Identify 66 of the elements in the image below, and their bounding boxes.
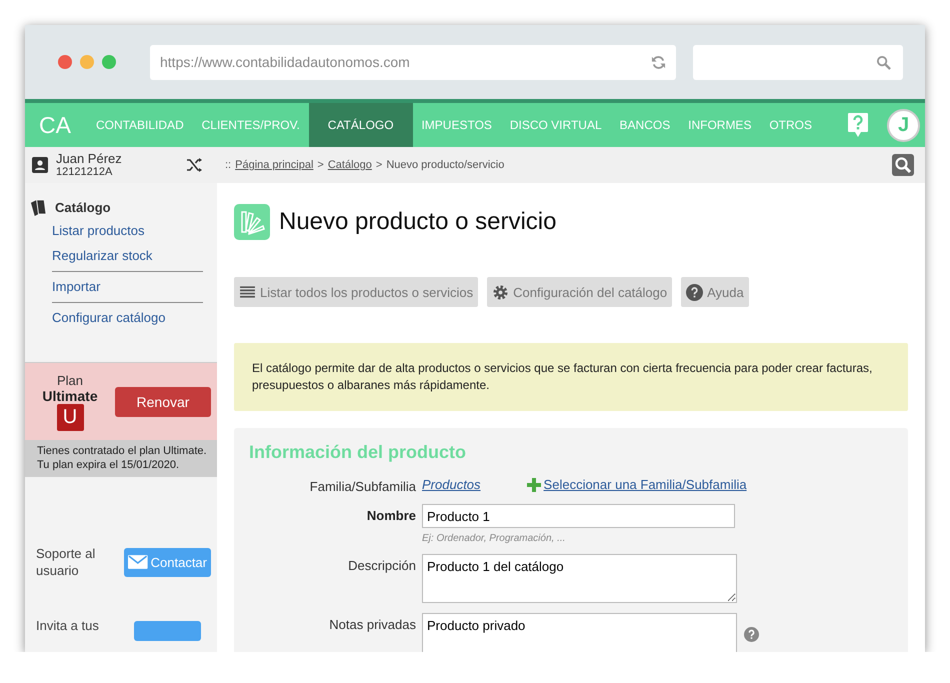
help-icon[interactable] xyxy=(744,627,759,642)
renew-button[interactable]: Renovar xyxy=(115,386,211,416)
sidebar-link[interactable]: Importar xyxy=(52,278,203,296)
help-icon[interactable] xyxy=(847,112,869,138)
nav-tab[interactable]: INFORMES xyxy=(679,103,760,147)
window-control-icon xyxy=(80,55,94,69)
plus-icon xyxy=(526,478,541,492)
sidebar-link[interactable]: Configurar catálogo xyxy=(52,309,203,327)
field-label: Familia/Subfamilia xyxy=(308,478,417,494)
mail-icon xyxy=(128,555,148,569)
plan-badge: U xyxy=(56,404,84,430)
info-message: El catálogo permite dar de alta productos o servicios que se facturan con cierta frecuencia para poder crear facturas, presupuestos o albaranes más rápidamente. xyxy=(234,343,908,411)
nav-tab[interactable]: CONTABILIDAD xyxy=(87,103,193,147)
window-control-icon xyxy=(102,55,116,69)
toolbar-button[interactable]: Listar todos los productos o servicios xyxy=(234,277,478,307)
field-label: Notas privadas xyxy=(328,616,417,634)
nav-tab[interactable]: CATÁLOGO xyxy=(308,103,413,147)
section-title: Información del producto xyxy=(249,442,468,463)
help-icon xyxy=(686,284,704,300)
field-label: Descripción xyxy=(347,557,417,575)
nav-tab[interactable]: DISCO VIRTUAL xyxy=(500,103,611,147)
settings-icon xyxy=(492,284,510,300)
breadcrumb-link[interactable]: Página principal xyxy=(235,159,314,171)
list-icon xyxy=(239,284,256,300)
page-title: Nuevo producto o servicio xyxy=(279,208,556,236)
support-label: Soporte al usuario xyxy=(36,545,96,579)
text-area[interactable]: Producto 1 del catálogo xyxy=(422,554,737,603)
address-bar[interactable]: https://www.contabilidadautonomos.com xyxy=(150,44,676,80)
sidebar-link[interactable]: Listar productos xyxy=(52,222,203,240)
user-avatar[interactable]: J xyxy=(887,108,920,142)
search-icon xyxy=(876,54,891,70)
breadcrumb-link[interactable]: Catálogo xyxy=(328,159,372,171)
invite-label: Invita a tus xyxy=(36,617,100,634)
field-hint: Ej: Ordenador, Programación, ... xyxy=(422,533,566,544)
user-id: 12121212A xyxy=(56,166,114,179)
breadcrumb-separator: :: xyxy=(225,159,232,171)
toolbar-button[interactable]: Ayuda xyxy=(681,277,749,307)
breadcrumb-separator: > xyxy=(376,159,382,171)
cards-icon xyxy=(29,199,48,216)
plan-label: Plan xyxy=(56,372,84,388)
text-area[interactable]: Producto privado xyxy=(422,613,737,652)
shuffle-icon[interactable] xyxy=(186,157,202,173)
window-control-icon xyxy=(58,55,72,69)
toolbar-button[interactable]: Configuración del catálogo xyxy=(487,277,672,307)
nav-tab[interactable]: CLIENTES/PROV. xyxy=(192,103,309,147)
family-link[interactable]: Productos xyxy=(422,477,481,492)
section-title: Catálogo xyxy=(55,200,111,215)
input-field[interactable]: Producto 1 xyxy=(422,504,735,528)
logo[interactable]: CA xyxy=(25,112,87,138)
user-name: Juan Pérez xyxy=(56,151,123,166)
plan-name: Ultimate xyxy=(42,388,98,404)
nav-tab[interactable]: IMPUESTOS xyxy=(412,103,501,147)
nav-tab[interactable]: BANCOS xyxy=(610,103,680,147)
select-family-link[interactable]: Seleccionar una Familia/Subfamilia xyxy=(526,477,747,492)
search-icon[interactable] xyxy=(892,154,914,176)
nav-tab[interactable]: OTROS xyxy=(760,103,821,147)
user-card-icon xyxy=(32,157,48,173)
plan-notice: Tienes contratado el plan Ultimate. Tu plan expira el 15/01/2020. xyxy=(25,440,217,477)
reload-icon xyxy=(651,54,666,70)
breadcrumb-separator: > xyxy=(317,159,324,171)
contact-button[interactable]: Contactar xyxy=(124,548,211,576)
breadcrumb-current: Nuevo producto/servicio xyxy=(386,159,504,171)
swatch-fan-icon xyxy=(234,204,270,240)
search-field[interactable] xyxy=(693,44,903,80)
field-label: Nombre xyxy=(366,507,417,525)
sidebar-link[interactable]: Regularizar stock xyxy=(52,247,203,265)
